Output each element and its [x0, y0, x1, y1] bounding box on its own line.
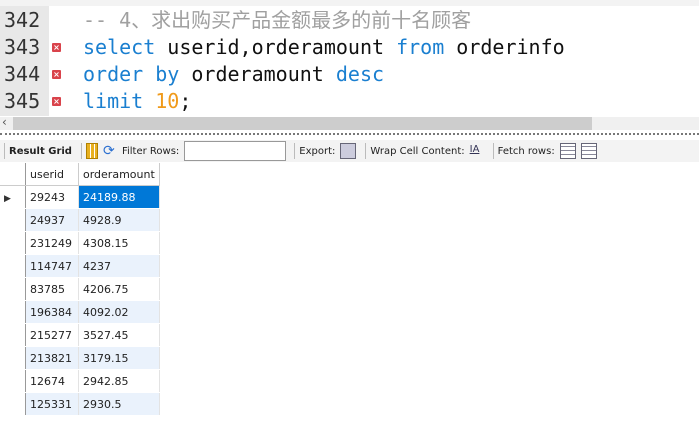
code-token: ; — [179, 89, 192, 113]
sql-editor[interactable]: 342 -- 4、求出购买产品金额最多的前十名顾客 343 × select useri… — [0, 6, 699, 116]
row-indicator[interactable] — [0, 300, 26, 324]
current-row-icon: ▶ — [4, 193, 11, 204]
divider — [365, 143, 367, 159]
table-row[interactable]: ▶ 29243 24189.88 — [0, 185, 160, 209]
table-row[interactable]: 215277 3527.45 — [0, 323, 160, 347]
code-text: -- 4、求出购买产品金额最多的前十名顾客 — [83, 7, 471, 34]
table-row[interactable]: 231249 4308.15 — [0, 231, 160, 255]
table-row[interactable]: 213821 3179.15 — [0, 346, 160, 370]
table-cell[interactable]: 114747 — [25, 254, 79, 278]
fetch-next-icon[interactable] — [559, 143, 576, 159]
splitter[interactable] — [0, 133, 699, 135]
table-cell[interactable]: 196384 — [25, 300, 79, 324]
code-token: 10 — [155, 89, 180, 113]
export-label: Export: — [299, 145, 336, 157]
table-cell[interactable]: 24937 — [25, 208, 79, 232]
result-toolbar: Result Grid ⟳ Filter Rows: Export: Wrap … — [0, 140, 699, 162]
table-cell[interactable]: 125331 — [25, 392, 79, 416]
table-row[interactable]: 114747 4237 — [0, 254, 160, 278]
code-token: desc — [335, 62, 385, 86]
table-cell[interactable]: 4206.75 — [78, 277, 160, 301]
code-line[interactable]: 345 × limit 10; — [0, 88, 699, 115]
scroll-left-icon[interactable]: ‹ — [2, 115, 7, 129]
filter-rows-input[interactable] — [184, 141, 287, 161]
code-token: orderinfo — [444, 35, 565, 59]
error-marker-icon[interactable]: × — [52, 70, 61, 79]
table-cell[interactable]: 2930.5 — [78, 392, 160, 416]
export-icon[interactable] — [340, 143, 357, 159]
table-cell[interactable]: 2942.85 — [78, 369, 160, 393]
scrollbar-thumb[interactable] — [13, 117, 592, 130]
form-editor-icon[interactable] — [85, 143, 98, 159]
result-grid-tab[interactable]: Result Grid — [9, 146, 72, 157]
row-indicator[interactable] — [0, 369, 26, 393]
table-cell[interactable]: 12674 — [25, 369, 79, 393]
code-text: limit 10; — [83, 88, 191, 115]
table-row[interactable]: 12674 2942.85 — [0, 369, 160, 393]
refresh-icon[interactable]: ⟳ — [103, 144, 117, 158]
code-token: -- 4、求出购买产品金额最多的前十名顾客 — [83, 8, 472, 32]
code-token: order by — [83, 62, 180, 86]
code-token: select — [83, 35, 156, 59]
divider — [4, 143, 5, 159]
code-token: orderamount — [179, 62, 336, 86]
line-number: 344 — [4, 62, 41, 86]
row-indicator[interactable] — [0, 208, 26, 232]
line-number: 343 — [4, 35, 41, 59]
row-header-corner — [0, 163, 26, 186]
table-cell[interactable]: 4928.9 — [78, 208, 160, 232]
code-line[interactable]: 342 -- 4、求出购买产品金额最多的前十名顾客 — [0, 7, 699, 34]
column-header[interactable]: userid — [25, 163, 79, 186]
table-cell[interactable]: 231249 — [25, 231, 79, 255]
code-token: from — [396, 35, 445, 59]
row-indicator[interactable] — [0, 231, 26, 255]
table-row[interactable]: 24937 4928.9 — [0, 208, 160, 232]
divider — [80, 143, 82, 159]
code-text: order by orderamount desc — [83, 61, 384, 88]
code-line[interactable]: 343 × select userid,orderamount from order… — [0, 34, 699, 61]
row-indicator[interactable] — [0, 277, 26, 301]
table-cell[interactable]: 4237 — [78, 254, 160, 278]
table-cell[interactable]: 213821 — [25, 346, 79, 370]
row-indicator[interactable]: ▶ — [0, 185, 26, 209]
code-token: userid,orderamount — [155, 35, 397, 59]
code-token: limit — [83, 89, 144, 113]
line-number: 342 — [4, 8, 41, 32]
error-marker-icon[interactable]: × — [52, 97, 61, 106]
wrap-label: Wrap Cell Content: — [370, 145, 465, 157]
table-cell[interactable]: 83785 — [25, 277, 79, 301]
table-row[interactable]: 125331 2930.5 — [0, 392, 160, 416]
code-text: select userid,orderamount from orderinfo — [83, 34, 565, 61]
table-row[interactable]: 196384 4092.02 — [0, 300, 160, 324]
divider — [492, 143, 494, 159]
table-cell[interactable]: 3527.45 — [78, 323, 160, 347]
table-cell[interactable]: 24189.88 — [78, 185, 160, 209]
table-cell[interactable]: 29243 — [25, 185, 79, 209]
wrap-cell-icon[interactable]: IA — [470, 144, 484, 158]
result-grid: userid orderamount ▶ 29243 24189.88 24937 4928… — [0, 163, 160, 416]
fetch-all-icon[interactable] — [580, 143, 597, 159]
grid-header: userid orderamount — [0, 163, 160, 186]
row-indicator[interactable] — [0, 392, 26, 416]
row-indicator[interactable] — [0, 323, 26, 347]
fetch-rows-label: Fetch rows: — [497, 145, 555, 157]
column-header[interactable]: orderamount — [78, 163, 160, 186]
table-cell[interactable]: 4308.15 — [78, 231, 160, 255]
filter-rows-label: Filter Rows: — [121, 145, 180, 157]
table-cell[interactable]: 215277 — [25, 323, 79, 347]
row-indicator[interactable] — [0, 346, 26, 370]
error-marker-icon[interactable]: × — [52, 43, 61, 52]
table-cell[interactable]: 4092.02 — [78, 300, 160, 324]
table-cell[interactable]: 3179.15 — [78, 346, 160, 370]
horizontal-scrollbar[interactable]: ‹ — [0, 115, 699, 130]
divider — [294, 143, 296, 159]
table-row[interactable]: 83785 4206.75 — [0, 277, 160, 301]
line-number: 345 — [4, 89, 41, 113]
row-indicator[interactable] — [0, 254, 26, 278]
code-line[interactable]: 344 × order by orderamount desc — [0, 61, 699, 88]
